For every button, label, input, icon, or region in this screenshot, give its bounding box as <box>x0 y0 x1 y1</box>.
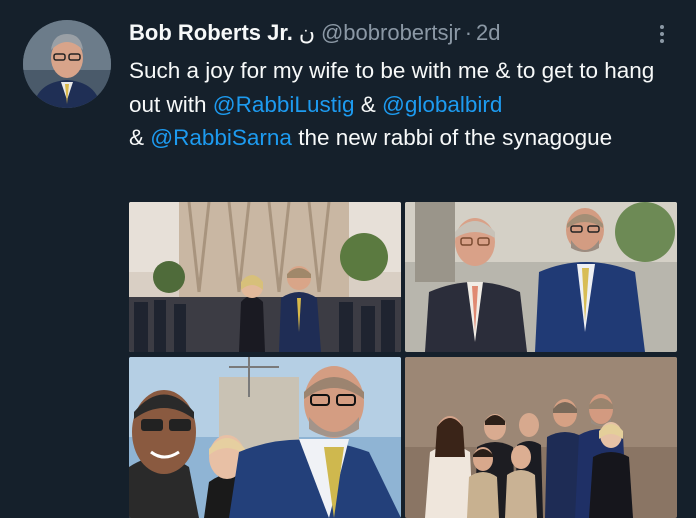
photo-4[interactable] <box>405 357 677 518</box>
mention-link[interactable]: @RabbiSarna <box>150 125 292 150</box>
photo-1[interactable] <box>129 202 401 352</box>
author-avatar[interactable] <box>23 20 111 108</box>
tweet-timestamp[interactable]: 2d <box>476 20 500 45</box>
media-grid <box>129 202 677 518</box>
tweet-text-segment: & <box>129 125 151 150</box>
author-emoji: ن <box>298 20 315 45</box>
tweet-text-segment: the new rabbi of the synagogue <box>291 125 613 150</box>
mention-link[interactable]: @RabbiLustig <box>213 92 355 117</box>
separator-dot: · <box>464 20 473 45</box>
tweet-text-segment: & <box>354 91 382 117</box>
photo-2[interactable] <box>405 202 677 352</box>
photo-3[interactable] <box>129 357 401 518</box>
more-options-icon[interactable] <box>654 20 670 48</box>
author-name[interactable]: Bob Roberts Jr. <box>129 20 293 45</box>
mention-link[interactable]: @globalbird <box>382 92 502 117</box>
tweet-text: Such a joy for my wife to be with me & t… <box>129 54 689 155</box>
tweet-header: Bob Roberts Jr. ن @bobrobertsjr · 2d <box>129 18 696 50</box>
author-handle[interactable]: @bobrobertsjr <box>321 20 461 45</box>
